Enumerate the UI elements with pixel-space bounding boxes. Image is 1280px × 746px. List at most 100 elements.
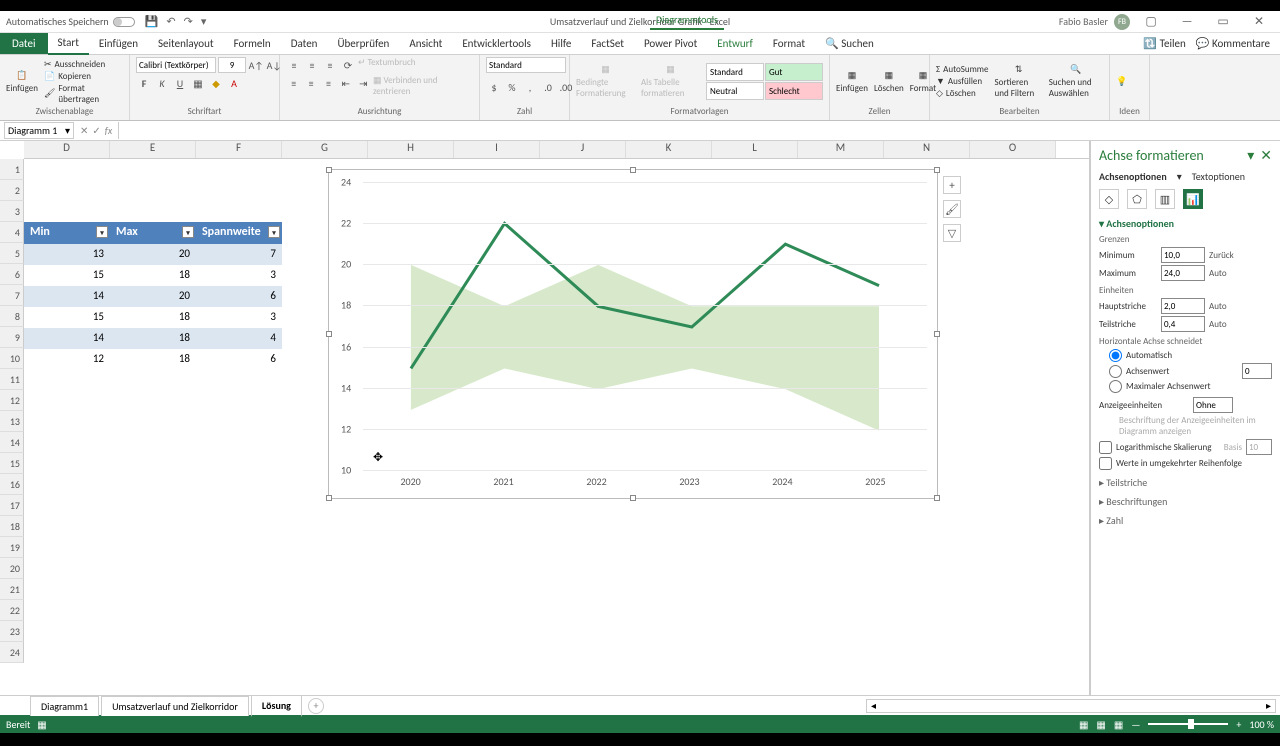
column-header[interactable]: E bbox=[110, 141, 196, 158]
tab-data[interactable]: Daten bbox=[281, 33, 328, 54]
fill-color-icon[interactable]: ◆ bbox=[208, 75, 224, 91]
tab-powerpivot[interactable]: Power Pivot bbox=[634, 33, 707, 54]
view-normal-icon[interactable]: ▦ bbox=[1079, 718, 1088, 731]
paste-button[interactable]: 📋Einfügen bbox=[6, 70, 38, 94]
row-header[interactable]: 7 bbox=[0, 285, 24, 306]
orientation-icon[interactable]: ⟳ bbox=[340, 57, 356, 73]
italic-icon[interactable]: K bbox=[154, 75, 170, 91]
context-tab[interactable]: Diagrammtools bbox=[650, 13, 724, 30]
column-header[interactable]: I bbox=[454, 141, 540, 158]
tab-factset[interactable]: FactSet bbox=[581, 33, 634, 54]
row-header[interactable]: 2 bbox=[0, 180, 24, 201]
row-header[interactable]: 6 bbox=[0, 264, 24, 285]
font-color-icon[interactable]: A bbox=[226, 75, 242, 91]
font-size-select[interactable] bbox=[218, 57, 246, 73]
dec-inc-icon[interactable]: .0 bbox=[540, 79, 556, 95]
filter-icon[interactable]: ▾ bbox=[268, 226, 280, 238]
row-header[interactable]: 13 bbox=[0, 411, 24, 432]
axis-min-input[interactable] bbox=[1161, 247, 1205, 263]
tab-view[interactable]: Ansicht bbox=[399, 33, 452, 54]
enter-formula-icon[interactable]: ✓ bbox=[92, 124, 100, 137]
comma-icon[interactable]: , bbox=[522, 79, 538, 95]
column-header[interactable]: F bbox=[196, 141, 282, 158]
indent-dec-icon[interactable]: ⇤ bbox=[338, 75, 353, 91]
column-header[interactable]: K bbox=[626, 141, 712, 158]
format-table-button[interactable]: ▦Als Tabelle formatieren bbox=[641, 64, 700, 99]
redo-icon[interactable]: ↷ bbox=[184, 15, 193, 28]
row-header[interactable]: 3 bbox=[0, 201, 24, 222]
view-pagebreak-icon[interactable]: ▦ bbox=[1114, 718, 1123, 731]
col-header-min[interactable]: Min▾ bbox=[24, 222, 110, 244]
axis-options-icon[interactable]: 📊 bbox=[1183, 189, 1203, 209]
avatar[interactable]: FB bbox=[1114, 14, 1130, 30]
ideas-button[interactable]: 💡 bbox=[1116, 76, 1127, 87]
sheet-tab[interactable]: Umsatzverlauf und Zielkorridor bbox=[101, 696, 249, 716]
autosum-button[interactable]: Σ AutoSumme bbox=[936, 64, 988, 75]
reverse-check[interactable] bbox=[1099, 457, 1112, 470]
wrap-text-button[interactable]: ↵ Textumbruch bbox=[358, 57, 416, 73]
increase-font-icon[interactable]: A↑ bbox=[248, 57, 264, 73]
axis-options-tab[interactable]: Achsenoptionen bbox=[1099, 170, 1167, 183]
column-header[interactable]: N bbox=[884, 141, 970, 158]
axis-options-section[interactable]: ▾ Achsenoptionen bbox=[1099, 217, 1272, 230]
row-header[interactable]: 5 bbox=[0, 243, 24, 264]
align-right-icon[interactable]: ≡ bbox=[321, 75, 336, 91]
cond-format-button[interactable]: ▦Bedingte Formatierung bbox=[576, 64, 635, 99]
row-header[interactable]: 19 bbox=[0, 537, 24, 558]
row-header[interactable]: 10 bbox=[0, 348, 24, 369]
underline-icon[interactable]: U bbox=[172, 75, 188, 91]
undo-icon[interactable]: ↶ bbox=[166, 15, 175, 28]
bold-icon[interactable]: F bbox=[136, 75, 152, 91]
pane-dropdown-icon[interactable]: ▾ bbox=[1247, 147, 1254, 164]
search[interactable]: 🔍 Suchen bbox=[815, 33, 884, 54]
number-format-select[interactable] bbox=[486, 57, 566, 73]
add-sheet-button[interactable]: + bbox=[308, 698, 324, 714]
filter-icon[interactable]: ▾ bbox=[96, 226, 108, 238]
row-header[interactable]: 14 bbox=[0, 432, 24, 453]
row-header[interactable]: 16 bbox=[0, 474, 24, 495]
maximize-icon[interactable]: ▭ bbox=[1208, 14, 1238, 29]
row-header[interactable]: 21 bbox=[0, 579, 24, 600]
col-header-max[interactable]: Max▾ bbox=[110, 222, 196, 244]
row-header[interactable]: 9 bbox=[0, 327, 24, 348]
zoom-level[interactable]: 100 % bbox=[1249, 718, 1274, 731]
cross-value-radio[interactable] bbox=[1109, 365, 1122, 378]
major-unit-input[interactable] bbox=[1161, 298, 1205, 314]
row-header[interactable]: 15 bbox=[0, 453, 24, 474]
column-header[interactable]: M bbox=[798, 141, 884, 158]
zoom-in-icon[interactable]: + bbox=[1236, 718, 1241, 731]
display-units-select[interactable] bbox=[1193, 397, 1233, 413]
comments-button[interactable]: 💬 Kommentare bbox=[1196, 37, 1270, 50]
align-left-icon[interactable]: ≡ bbox=[286, 75, 301, 91]
file-tab[interactable]: Datei bbox=[0, 33, 48, 54]
tab-pagelayout[interactable]: Seitenlayout bbox=[148, 33, 224, 54]
axis-max-input[interactable] bbox=[1161, 265, 1205, 281]
macro-record-icon[interactable]: ▦ bbox=[37, 718, 46, 731]
row-header[interactable]: 24 bbox=[0, 642, 24, 663]
font-name-select[interactable] bbox=[136, 57, 216, 73]
fill-button[interactable]: ▼ Ausfüllen bbox=[936, 76, 988, 87]
filter-icon[interactable]: ▾ bbox=[182, 226, 194, 238]
row-header[interactable]: 12 bbox=[0, 390, 24, 411]
cancel-formula-icon[interactable]: ✕ bbox=[80, 124, 88, 137]
effects-icon[interactable]: ⬠ bbox=[1127, 189, 1147, 209]
minor-unit-input[interactable] bbox=[1161, 316, 1205, 332]
column-header[interactable]: L bbox=[712, 141, 798, 158]
indent-inc-icon[interactable]: ⇥ bbox=[356, 75, 371, 91]
find-select-button[interactable]: 🔍Suchen und Auswählen bbox=[1049, 64, 1103, 99]
row-header[interactable]: 4 bbox=[0, 222, 24, 243]
fx-icon[interactable]: fx bbox=[105, 124, 112, 137]
user-name[interactable]: Fabio Basler bbox=[1059, 15, 1108, 28]
row-header[interactable]: 22 bbox=[0, 600, 24, 621]
qat-more-icon[interactable]: ▾ bbox=[201, 15, 207, 28]
table-row[interactable]: 14206 bbox=[24, 286, 282, 307]
table-row[interactable]: 14184 bbox=[24, 328, 282, 349]
chart[interactable]: + 🖌 ▽ 1012141618202224202020212022202320… bbox=[328, 169, 938, 499]
cross-auto-radio[interactable] bbox=[1109, 349, 1122, 362]
tab-design[interactable]: Entwurf bbox=[707, 33, 763, 54]
formula-input[interactable] bbox=[118, 122, 1280, 139]
sort-filter-button[interactable]: ⇅Sortieren und Filtern bbox=[994, 64, 1042, 99]
sheet-tab[interactable]: Lösung bbox=[251, 695, 302, 717]
tab-formulas[interactable]: Formeln bbox=[224, 33, 281, 54]
tab-format[interactable]: Format bbox=[763, 33, 815, 54]
